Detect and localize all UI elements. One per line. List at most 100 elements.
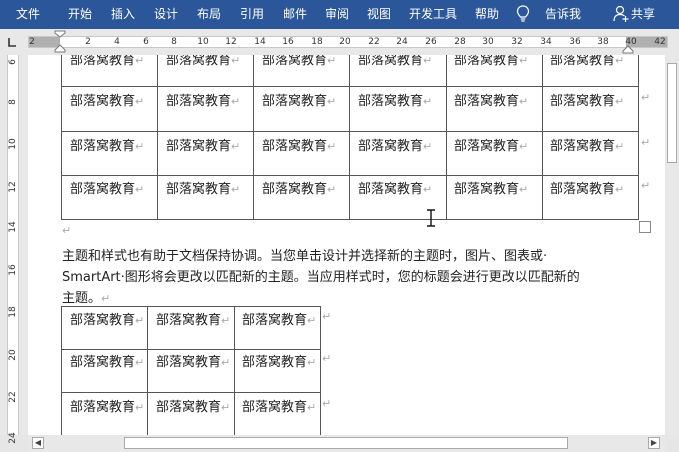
- cell-text: 部落窝教育: [70, 400, 136, 415]
- cell-text: 部落窝教育: [70, 139, 136, 154]
- table2-rule: [234, 306, 235, 435]
- table-cell[interactable]: 部落窝教育↵: [156, 309, 230, 328]
- cell-text: 部落窝教育: [262, 182, 328, 197]
- cell-end-mark: ↵: [423, 55, 433, 67]
- table-cell[interactable]: 部落窝教育↵: [550, 90, 624, 109]
- table-cell[interactable]: 部落窝教育↵: [358, 55, 432, 68]
- table1-rule: [253, 55, 254, 220]
- table-cell[interactable]: 部落窝教育↵: [550, 55, 624, 68]
- cell-text: 部落窝教育: [550, 139, 616, 154]
- cell-end-mark: ↵: [307, 314, 317, 327]
- vertical-scroll-thumb[interactable]: [667, 63, 677, 163]
- tab-insert[interactable]: 插入: [111, 0, 135, 29]
- table-cell[interactable]: 部落窝教育↵: [454, 55, 528, 68]
- tab-review[interactable]: 审阅: [325, 0, 349, 29]
- table-cell[interactable]: 部落窝教育↵: [358, 90, 432, 109]
- table-cell[interactable]: 部落窝教育↵: [156, 396, 230, 415]
- row-end-mark: ↵: [322, 397, 332, 410]
- tab-design[interactable]: 设计: [154, 0, 178, 29]
- scroll-right-arrow-icon[interactable]: ▶: [648, 437, 660, 449]
- table-cell[interactable]: 部落窝教育↵: [166, 135, 240, 154]
- vertical-ruler-strip[interactable]: [7, 55, 19, 435]
- row-end-mark: ↵: [641, 136, 651, 149]
- vruler-tick-label: 20: [8, 349, 18, 361]
- table-cell[interactable]: 部落窝教育↵: [70, 90, 144, 109]
- tell-me-search[interactable]: 告诉我: [545, 0, 581, 29]
- row-end-mark: ↵: [322, 310, 332, 323]
- table-cell[interactable]: 部落窝教育↵: [454, 90, 528, 109]
- cell-end-mark: ↵: [327, 140, 337, 153]
- table-cell[interactable]: 部落窝教育↵: [550, 135, 624, 154]
- table-cell[interactable]: 部落窝教育↵: [262, 90, 336, 109]
- ruler-tick-label: 10: [197, 37, 209, 47]
- tab-references[interactable]: 引用: [240, 0, 264, 29]
- cell-end-mark: ↵: [423, 95, 433, 108]
- table-cell[interactable]: 部落窝教育↵: [262, 135, 336, 154]
- table-cell[interactable]: 部落窝教育↵: [262, 55, 336, 68]
- table-cell[interactable]: 部落窝教育↵: [166, 55, 240, 68]
- share-person-icon[interactable]: [613, 5, 629, 23]
- ruler-tick-label: 8: [171, 37, 177, 47]
- cell-text: 部落窝教育: [454, 94, 520, 109]
- cell-text: 部落窝教育: [156, 355, 222, 370]
- horizontal-scroll-thumb[interactable]: [124, 437, 568, 449]
- table-cell[interactable]: 部落窝教育↵: [242, 396, 316, 415]
- tab-home[interactable]: 开始: [68, 0, 92, 29]
- table-cell[interactable]: 部落窝教育↵: [358, 178, 432, 197]
- cell-end-mark: ↵: [423, 140, 433, 153]
- ruler-tick-label: 24: [396, 37, 408, 47]
- indent-marker-icon[interactable]: [54, 30, 66, 54]
- ruler-tick-label: 14: [254, 37, 266, 47]
- ruler-tick-label: 32: [511, 37, 523, 47]
- scroll-left-arrow-icon[interactable]: ◀: [32, 437, 44, 449]
- table-cell[interactable]: 部落窝教育↵: [358, 135, 432, 154]
- row-end-mark: ↵: [322, 352, 332, 365]
- share-button[interactable]: 共享: [631, 0, 655, 29]
- cell-end-mark: ↵: [221, 356, 231, 369]
- cell-text: 部落窝教育: [242, 355, 308, 370]
- table-cell[interactable]: 部落窝教育↵: [70, 178, 144, 197]
- table-cell[interactable]: 部落窝教育↵: [70, 396, 144, 415]
- table-cell[interactable]: 部落窝教育↵: [70, 351, 144, 370]
- table-cell[interactable]: 部落窝教育↵: [70, 55, 144, 68]
- horizontal-scrollbar[interactable]: ◀ ▶: [28, 435, 665, 452]
- ruler-tick-label: 12: [225, 37, 237, 47]
- ruler-tick-label: 28: [454, 37, 466, 47]
- table2-rule: [320, 306, 321, 435]
- table-cell[interactable]: 部落窝教育↵: [166, 90, 240, 109]
- tab-file[interactable]: 文件: [16, 0, 40, 29]
- cell-end-mark: ↵: [327, 183, 337, 196]
- cell-end-mark: ↵: [615, 183, 625, 196]
- row-end-mark: ↵: [641, 179, 651, 192]
- table-cell[interactable]: 部落窝教育↵: [242, 309, 316, 328]
- cell-end-mark: ↵: [135, 95, 145, 108]
- tab-mailings[interactable]: 邮件: [283, 0, 307, 29]
- table-cell[interactable]: 部落窝教育↵: [156, 351, 230, 370]
- right-indent-marker-icon[interactable]: [622, 43, 634, 54]
- table-cell[interactable]: 部落窝教育↵: [242, 351, 316, 370]
- table-cell[interactable]: 部落窝教育↵: [166, 178, 240, 197]
- document-page[interactable]: 部落窝教育↵ 部落窝教育↵ 部落窝教育↵ 部落窝教育↵ 部落窝教育↵ 部落窝教育…: [28, 55, 665, 435]
- table-cell[interactable]: 部落窝教育↵: [262, 178, 336, 197]
- cell-text: 部落窝教育: [454, 182, 520, 197]
- tab-view[interactable]: 视图: [367, 0, 391, 29]
- table-cell[interactable]: 部落窝教育↵: [454, 178, 528, 197]
- table2-rule: [61, 349, 321, 350]
- tab-developer[interactable]: 开发工具: [409, 0, 457, 29]
- cell-end-mark: ↵: [231, 95, 241, 108]
- vruler-tick-label: 6: [8, 59, 18, 65]
- cell-end-mark: ↵: [423, 183, 433, 196]
- table-cell[interactable]: 部落窝教育↵: [454, 135, 528, 154]
- ruler-tick-label: 2: [29, 37, 35, 47]
- tab-layout[interactable]: 布局: [197, 0, 221, 29]
- table-resize-handle[interactable]: [639, 221, 651, 233]
- cell-text: 部落窝教育: [70, 355, 136, 370]
- cell-text: 部落窝教育: [166, 55, 232, 68]
- tab-stop-selector-icon[interactable]: [6, 35, 18, 49]
- tab-help[interactable]: 帮助: [475, 0, 499, 29]
- table-cell[interactable]: 部落窝教育↵: [70, 309, 144, 328]
- table-cell[interactable]: 部落窝教育↵: [70, 135, 144, 154]
- table-cell[interactable]: 部落窝教育↵: [550, 178, 624, 197]
- cell-text: 部落窝教育: [242, 400, 308, 415]
- vertical-scrollbar[interactable]: [665, 55, 679, 435]
